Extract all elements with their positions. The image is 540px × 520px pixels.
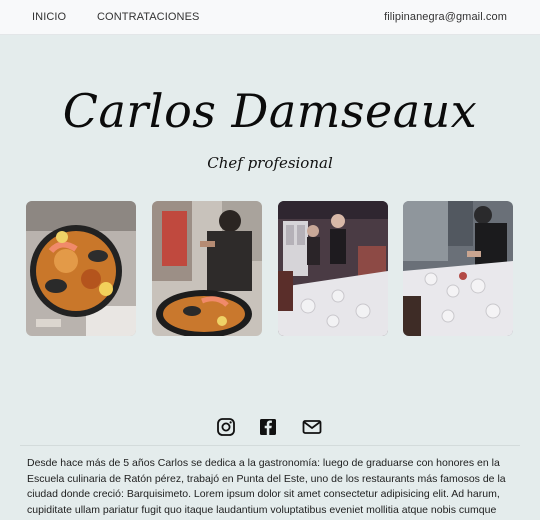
chef-at-table-photo[interactable]: [403, 201, 513, 336]
section-divider: [20, 445, 520, 446]
nav-email-link[interactable]: filipinanegra@gmail.com: [384, 11, 507, 23]
nav-link-inicio[interactable]: INICIO: [32, 11, 66, 23]
page-subtitle: Chef profesional: [207, 154, 333, 172]
about-text: Desde hace más de 5 años Carlos se dedic…: [27, 457, 506, 516]
page-title: Carlos Damseaux: [62, 84, 478, 138]
restaurant-staff-photo[interactable]: [278, 201, 388, 336]
social-links: [0, 417, 540, 439]
chef-serving-paella-photo[interactable]: [152, 201, 262, 336]
nav-link-contrataciones[interactable]: CONTRATACIONES: [97, 11, 199, 23]
paella-dish-photo[interactable]: [26, 201, 136, 336]
facebook-icon[interactable]: [258, 417, 278, 437]
instagram-icon[interactable]: [216, 417, 236, 437]
top-navbar: INICIO CONTRATACIONES filipinanegra@gmai…: [0, 0, 540, 35]
mail-icon[interactable]: [302, 417, 322, 437]
